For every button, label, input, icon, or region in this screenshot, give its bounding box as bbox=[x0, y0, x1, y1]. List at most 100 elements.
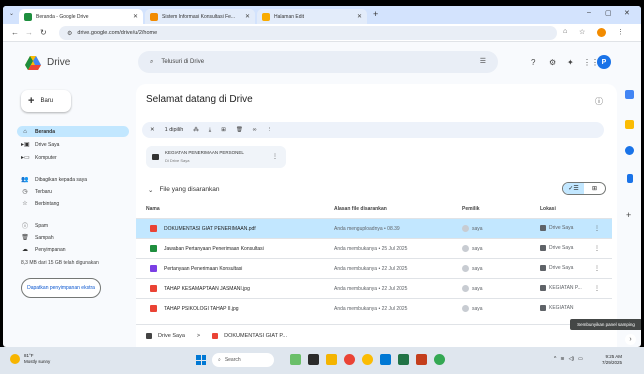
sidebar-item-berbintang[interactable]: ☆ Berbintang bbox=[17, 198, 129, 209]
file-location[interactable]: KEGIATAN P... bbox=[540, 285, 582, 291]
clear-selection-icon[interactable]: ✕ bbox=[150, 127, 155, 133]
task-view-icon[interactable] bbox=[308, 354, 319, 365]
maximize-button[interactable]: ▢ bbox=[605, 9, 612, 17]
speaker-icon[interactable]: ◁) bbox=[569, 356, 575, 362]
extension-icon[interactable] bbox=[597, 28, 606, 37]
search-filter-icon[interactable]: ☰ bbox=[480, 57, 486, 65]
grid-view-icon[interactable]: ⊞ bbox=[584, 183, 605, 194]
weather-widget[interactable]: 81°F Mostly sunny bbox=[10, 353, 50, 364]
suggested-folder-card[interactable]: KEGIATAN PENERIMAAN PERSONEL Di Drive Sa… bbox=[146, 146, 286, 168]
clock[interactable]: 9:25 AM 7/29/2025 bbox=[602, 354, 622, 366]
opera-icon[interactable] bbox=[344, 354, 355, 365]
plus-icon: + bbox=[28, 95, 35, 107]
taskbar-search[interactable]: ⌕ Search bbox=[212, 353, 274, 367]
sidebar-item-shared[interactable]: 👥 Dibagikan kepada saya bbox=[17, 174, 129, 185]
add-addon-icon[interactable]: + bbox=[626, 210, 631, 220]
list-view-icon[interactable]: ✓☰ bbox=[563, 183, 584, 194]
table-row[interactable]: DOKUMENTASI GIAT PENERIMAAN.pdf Anda men… bbox=[136, 218, 612, 238]
file-explorer-icon[interactable] bbox=[326, 354, 337, 365]
contacts-icon[interactable] bbox=[627, 174, 633, 183]
gemini-sparkle-icon[interactable]: ✦ bbox=[567, 58, 574, 67]
get-storage-button[interactable]: Dapatkan penyimpanan ekstra bbox=[21, 278, 101, 298]
breadcrumb-drive-saya[interactable]: Drive Saya bbox=[158, 333, 185, 339]
file-location[interactable]: Drive Saya bbox=[540, 265, 573, 271]
tab-search-icon[interactable]: ⌄ bbox=[9, 10, 14, 17]
tab-sistem-informasi[interactable]: Sistem Informasi Konsultasi Fe... ✕ bbox=[145, 9, 255, 24]
wifi-icon[interactable]: ≋ bbox=[560, 356, 564, 362]
tab-drive[interactable]: Beranda - Google Drive ✕ bbox=[19, 9, 143, 24]
landscape-widget-icon[interactable] bbox=[290, 354, 301, 365]
row-more-icon[interactable]: ⋮ bbox=[594, 265, 600, 272]
calendar-icon[interactable] bbox=[625, 90, 634, 99]
show-side-panel-icon[interactable]: › bbox=[625, 334, 636, 345]
sidebar-item-sampah[interactable]: 🗑 Sampah bbox=[17, 232, 129, 243]
powerpoint-icon[interactable] bbox=[416, 354, 427, 365]
info-icon[interactable]: ⓘ bbox=[595, 96, 603, 107]
row-more-icon[interactable]: ⋮ bbox=[594, 285, 600, 292]
close-icon[interactable]: ✕ bbox=[245, 13, 250, 20]
more-options-icon[interactable]: ⋮ bbox=[272, 153, 278, 160]
drive-search-input[interactable]: ⌕ Telusuri di Drive ☰ bbox=[138, 51, 498, 73]
table-row[interactable]: TAHAP KESAMAPTAAN JASMANI.jpg Anda membu… bbox=[136, 278, 612, 298]
owner-avatar-icon bbox=[462, 305, 469, 312]
sidebar-item-komputer[interactable]: ▸▭ Komputer bbox=[17, 152, 129, 163]
tasks-icon[interactable] bbox=[625, 146, 634, 155]
main-panel: Selamat datang di Drive ⓘ ✕ 1 dipilih ⁂ … bbox=[136, 84, 617, 347]
settings-gear-icon[interactable]: ⚙ bbox=[549, 58, 556, 67]
minimize-button[interactable]: – bbox=[587, 9, 591, 16]
move-icon[interactable]: ⊞ bbox=[221, 127, 226, 133]
tab-halaman-edit[interactable]: Halaman Edit ✕ bbox=[257, 9, 367, 24]
breadcrumb-file[interactable]: DOKUMENTASI GIAT P... bbox=[224, 333, 287, 339]
sidebar-item-label: Drive Saya bbox=[35, 141, 60, 148]
table-row[interactable]: Jawaban Pertanyaan Penerimaan Konsultasi… bbox=[136, 238, 612, 258]
translate-icon[interactable]: ⌂ bbox=[563, 28, 567, 35]
file-location[interactable]: Drive Saya bbox=[540, 245, 573, 251]
file-name: Pertanyaan Penerimaan Konsultasi bbox=[164, 266, 243, 272]
battery-icon[interactable]: ▭ bbox=[578, 356, 583, 362]
menu-icon[interactable]: ⋮ bbox=[617, 28, 624, 36]
row-more-icon[interactable]: ⋮ bbox=[594, 245, 600, 252]
keep-icon[interactable] bbox=[625, 120, 634, 129]
forward-icon[interactable]: → bbox=[25, 28, 33, 37]
sidebar-item-terbaru[interactable]: ◷ Terbaru bbox=[17, 186, 129, 197]
sidebar-item-spam[interactable]: ⓘ Spam bbox=[17, 220, 129, 231]
link-icon[interactable]: ∞ bbox=[253, 127, 257, 133]
close-icon[interactable]: ✕ bbox=[133, 13, 138, 20]
new-tab-button[interactable]: + bbox=[373, 9, 378, 19]
close-icon[interactable]: ✕ bbox=[357, 13, 362, 20]
table-row[interactable]: TAHAP PSIKOLOGI TAHAP II.jpg Anda membuk… bbox=[136, 298, 612, 324]
back-icon[interactable]: ← bbox=[11, 28, 19, 37]
sidebar-item-drive-saya[interactable]: ▸▣ Drive Saya bbox=[17, 139, 129, 150]
outlook-icon[interactable] bbox=[380, 354, 391, 365]
sidebar-item-penyimpanan[interactable]: ☁ Penyimpanan bbox=[17, 244, 129, 255]
suggested-files-toggle[interactable]: ⌄ File yang disarankan bbox=[148, 186, 219, 194]
site-info-icon[interactable]: ⚙ bbox=[67, 30, 72, 37]
sidebar-item-label: Dibagikan kepada saya bbox=[35, 176, 87, 183]
new-button[interactable]: + Baru bbox=[21, 90, 71, 112]
chrome-icon[interactable] bbox=[362, 354, 373, 365]
close-window-button[interactable]: ✕ bbox=[624, 9, 630, 17]
chevron-up-icon[interactable]: ^ bbox=[554, 356, 556, 362]
search-icon[interactable]: ⌕ bbox=[150, 59, 153, 66]
download-icon[interactable]: ⤓ bbox=[209, 127, 211, 134]
bookmark-star-icon[interactable]: ☆ bbox=[579, 28, 585, 36]
row-more-icon[interactable]: ⋮ bbox=[594, 225, 600, 232]
reload-icon[interactable]: ↻ bbox=[40, 28, 47, 37]
chrome-profile-icon[interactable] bbox=[434, 354, 445, 365]
file-location[interactable]: KEGIATAN bbox=[540, 305, 574, 311]
drive-brand[interactable]: Drive bbox=[47, 57, 70, 68]
excel-icon[interactable] bbox=[398, 354, 409, 365]
delete-icon[interactable]: 🗑 bbox=[236, 127, 243, 133]
drive-logo-icon[interactable] bbox=[25, 56, 41, 70]
account-avatar[interactable]: P bbox=[597, 55, 611, 69]
table-row[interactable]: Pertanyaan Penerimaan Konsultasi Anda me… bbox=[136, 258, 612, 278]
share-icon[interactable]: ⁂ bbox=[193, 127, 199, 133]
file-location[interactable]: Drive Saya bbox=[540, 225, 573, 231]
more-actions-icon[interactable]: ⋮ bbox=[267, 127, 273, 133]
search-placeholder: Telusuri di Drive bbox=[161, 59, 205, 65]
sheets-file-icon bbox=[150, 245, 157, 252]
sidebar-item-beranda[interactable]: ⌂ Beranda bbox=[17, 126, 129, 137]
windows-start-icon[interactable] bbox=[196, 355, 206, 365]
url-field[interactable]: ⚙ drive.google.com/drive/u/2/home bbox=[59, 26, 557, 40]
help-icon[interactable]: ? bbox=[531, 58, 535, 67]
